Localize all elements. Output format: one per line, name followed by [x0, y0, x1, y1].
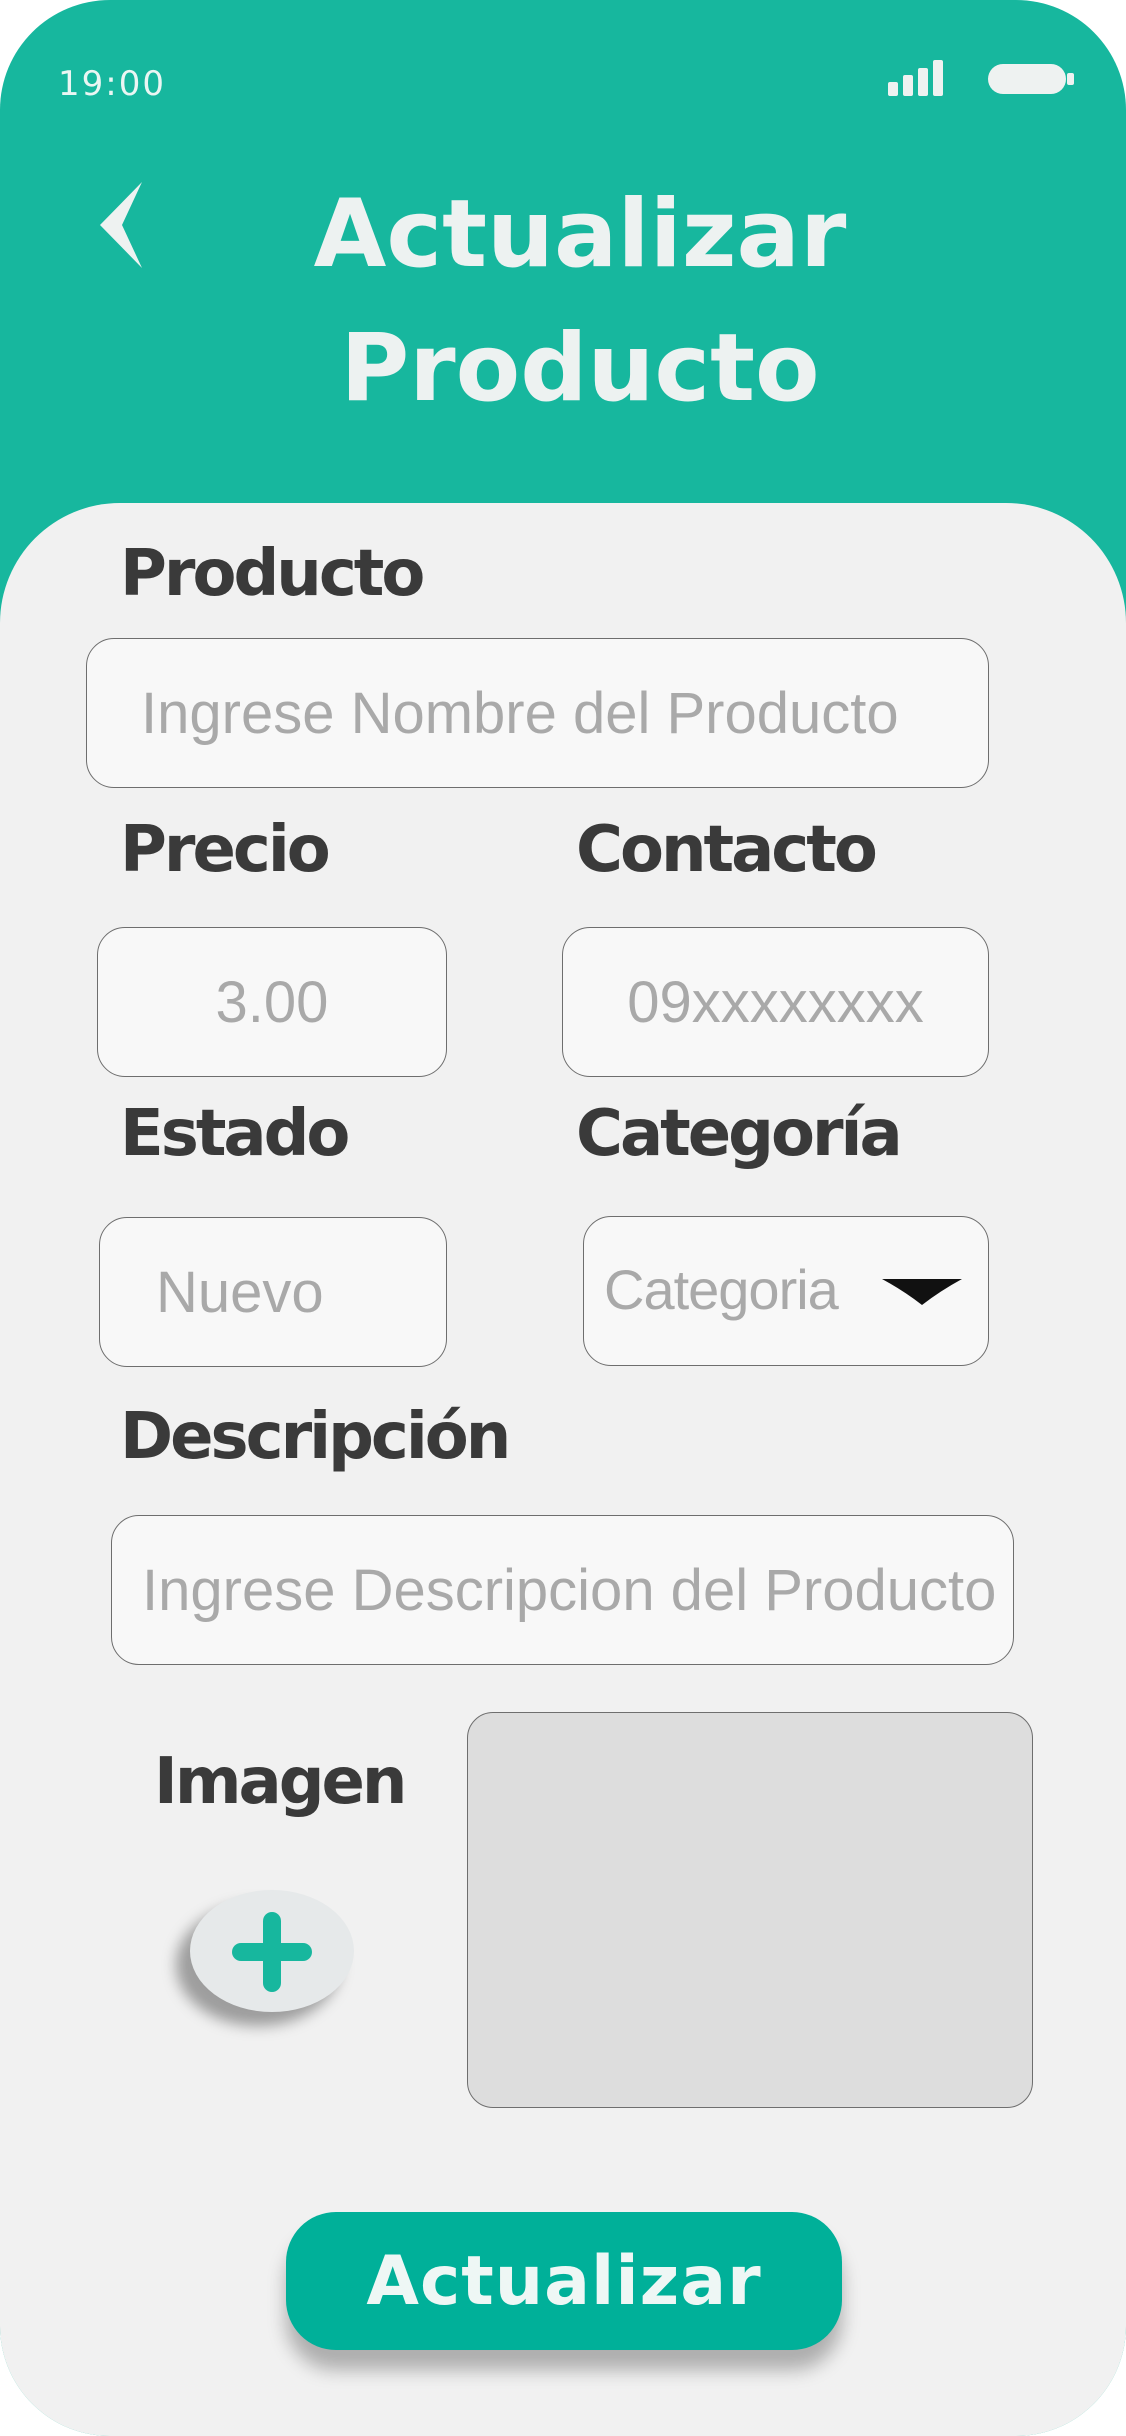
page-title: Actualizar Producto: [180, 168, 980, 436]
product-name-input[interactable]: [86, 638, 989, 788]
contact-label: Contacto: [576, 813, 878, 887]
signal-icon: [888, 60, 948, 96]
category-selected-value: Categoria: [604, 1258, 839, 1321]
category-select[interactable]: Categoria: [583, 1216, 989, 1366]
caret-down-icon: [882, 1279, 962, 1305]
back-button[interactable]: [92, 180, 152, 270]
plus-icon: [232, 1912, 312, 1992]
image-preview: [467, 1712, 1033, 2108]
battery-icon: [988, 64, 1074, 94]
category-label: Categoría: [576, 1097, 903, 1171]
phone-screen: 19:00 Actualizar Producto Producto Preci…: [0, 0, 1126, 2436]
update-button[interactable]: Actualizar: [286, 2212, 842, 2350]
price-input[interactable]: [97, 927, 447, 1077]
contact-input[interactable]: [562, 927, 989, 1077]
state-label: Estado: [120, 1097, 350, 1171]
chevron-left-icon: [100, 182, 142, 268]
description-input[interactable]: [111, 1515, 1014, 1665]
image-label: Imagen: [154, 1745, 407, 1819]
page-title-line2: Producto: [340, 314, 820, 423]
state-input[interactable]: [99, 1217, 447, 1367]
add-image-button[interactable]: [190, 1890, 354, 2012]
status-time: 19:00: [58, 64, 166, 104]
price-label: Precio: [120, 813, 331, 887]
page-title-line1: Actualizar: [313, 180, 847, 289]
product-label: Producto: [120, 537, 425, 611]
description-label: Descripción: [120, 1400, 511, 1474]
